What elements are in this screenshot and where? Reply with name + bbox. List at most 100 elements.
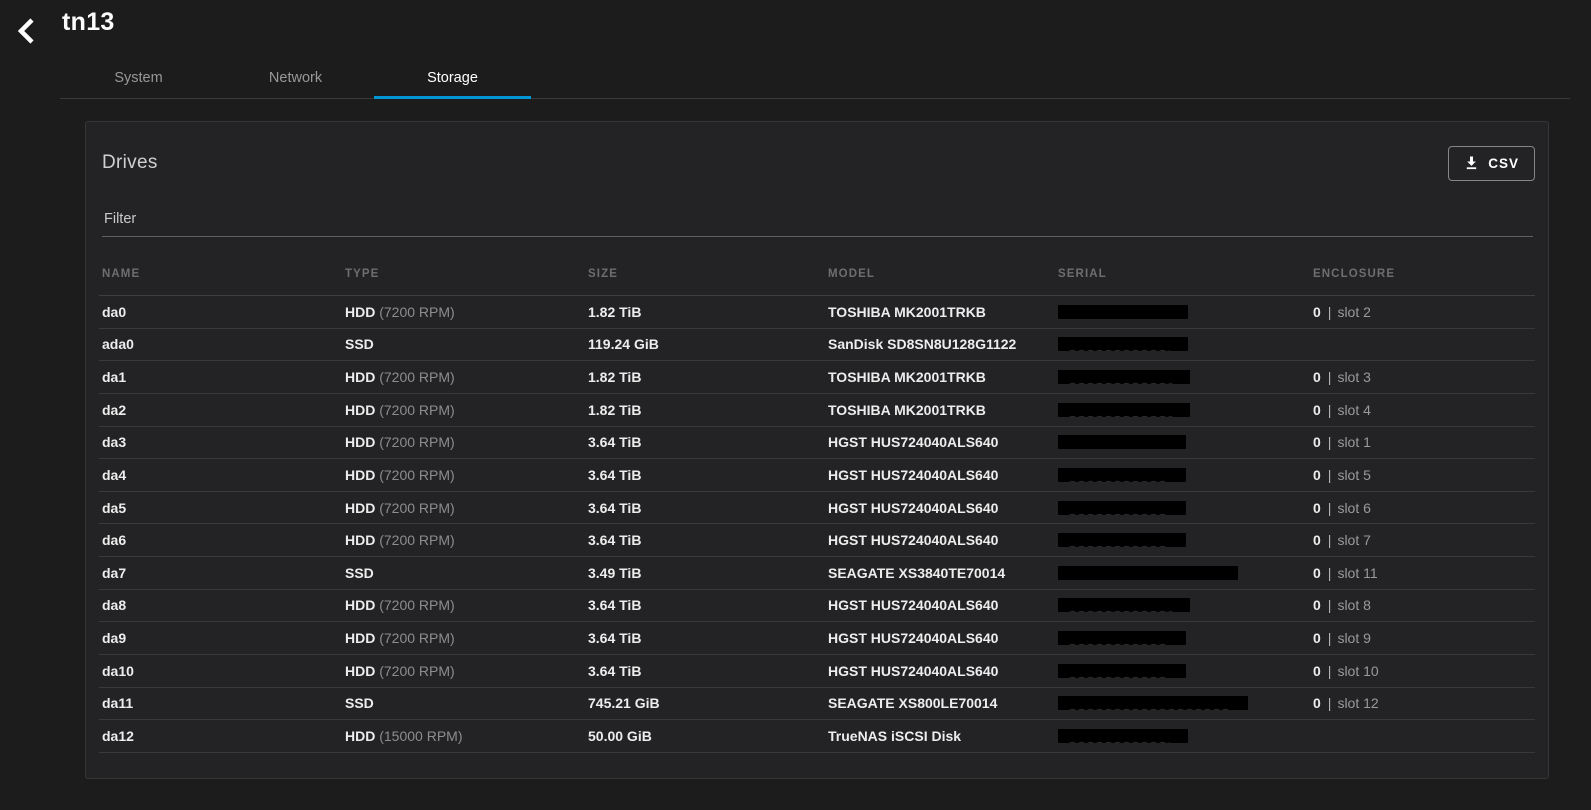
redacted-serial-bar bbox=[1058, 728, 1188, 743]
column-header-enclosure: ENCLOSURE bbox=[1313, 268, 1396, 280]
redacted-serial-bar bbox=[1058, 370, 1190, 385]
enclosure-separator: | bbox=[1327, 466, 1332, 483]
back-button[interactable] bbox=[6, 12, 46, 52]
cell-size: 3.64 TiB bbox=[588, 662, 642, 679]
cell-serial bbox=[1055, 370, 1310, 385]
cell-type: HDD (7200 RPM) bbox=[342, 500, 585, 516]
enclosure-number: 0 bbox=[1313, 401, 1321, 418]
enclosure-separator: | bbox=[1327, 499, 1332, 516]
enclosure-slot: slot 11 bbox=[1337, 564, 1378, 581]
type-value: SSD bbox=[345, 695, 374, 712]
enclosure-number: 0 bbox=[1313, 695, 1321, 712]
enclosure-separator: | bbox=[1327, 401, 1332, 418]
cell-model: HGST HUS724040ALS640 bbox=[828, 662, 999, 679]
cell-serial bbox=[1055, 696, 1310, 711]
cell-name: da5 bbox=[102, 499, 127, 516]
type-detail: (7200 RPM) bbox=[375, 369, 455, 386]
enclosure-separator: | bbox=[1327, 369, 1332, 386]
enclosure-slot: slot 1 bbox=[1337, 434, 1371, 451]
cell-size: 3.64 TiB bbox=[588, 597, 642, 614]
enclosure-number: 0 bbox=[1313, 597, 1321, 614]
csv-export-button[interactable]: CSV bbox=[1448, 145, 1535, 181]
enclosure-slot: slot 2 bbox=[1337, 303, 1371, 320]
cell-type: HDD (7200 RPM) bbox=[342, 663, 585, 679]
enclosure-slot: slot 7 bbox=[1337, 532, 1371, 549]
cell-serial bbox=[1055, 304, 1310, 319]
table-row-da9: da9 HDD (7200 RPM) 3.64 TiB HGST HUS724040A… bbox=[99, 622, 1535, 655]
table-body: da0 HDD (7200 RPM) 1.82 TiB TOSHIBA MK2001T… bbox=[99, 296, 1535, 753]
page-header: tn13 bbox=[0, 0, 1591, 58]
cell-model: TOSHIBA MK2001TRKB bbox=[828, 401, 986, 418]
cell-size: 745.21 GiB bbox=[588, 695, 660, 712]
cell-name: da1 bbox=[102, 369, 127, 386]
cell-size: 50.00 GiB bbox=[588, 727, 652, 744]
enclosure-separator: | bbox=[1327, 695, 1332, 712]
cell-name: da12 bbox=[102, 727, 134, 744]
enclosure-number: 0 bbox=[1313, 532, 1321, 549]
type-detail: (7200 RPM) bbox=[375, 597, 455, 614]
cell-model: HGST HUS724040ALS640 bbox=[828, 597, 999, 614]
cell-enclosure: 0 | slot 5 bbox=[1310, 467, 1535, 483]
type-value: HDD bbox=[345, 630, 376, 647]
redacted-serial-bar bbox=[1058, 467, 1186, 482]
cell-size: 1.82 TiB bbox=[588, 303, 642, 320]
table-row-da2: da2 HDD (7200 RPM) 1.82 TiB TOSHIBA MK2001T… bbox=[99, 394, 1535, 427]
enclosure-slot: slot 12 bbox=[1337, 695, 1379, 712]
enclosure-slot: slot 10 bbox=[1337, 662, 1379, 679]
cell-enclosure: 0 | slot 7 bbox=[1310, 532, 1535, 548]
enclosure-slot: slot 4 bbox=[1337, 401, 1371, 418]
cell-name: ada0 bbox=[102, 336, 134, 353]
cell-name: da8 bbox=[102, 597, 127, 614]
cell-model: TOSHIBA MK2001TRKB bbox=[828, 369, 986, 386]
redacted-serial-bar bbox=[1058, 631, 1186, 646]
redacted-serial-bar bbox=[1058, 402, 1190, 417]
enclosure-number: 0 bbox=[1313, 466, 1321, 483]
redacted-serial-bar bbox=[1058, 500, 1186, 515]
cell-size: 3.64 TiB bbox=[588, 630, 642, 647]
cell-model: HGST HUS724040ALS640 bbox=[828, 499, 999, 516]
filter-input[interactable] bbox=[102, 210, 1533, 228]
page-title: tn13 bbox=[62, 8, 115, 36]
cell-model: TrueNAS iSCSI Disk bbox=[828, 727, 962, 744]
cell-serial bbox=[1055, 598, 1310, 613]
cell-enclosure: 0 | slot 9 bbox=[1310, 630, 1535, 646]
cell-name: da3 bbox=[102, 434, 127, 451]
cell-name: da0 bbox=[102, 303, 127, 320]
cell-model: SEAGATE XS3840TE70014 bbox=[828, 564, 1006, 581]
tab-system[interactable]: System bbox=[60, 58, 217, 98]
cell-type: HDD (15000 RPM) bbox=[342, 728, 585, 744]
table-row-da12: da12 HDD (15000 RPM) 50.00 GiB TrueNAS iSCS… bbox=[99, 720, 1535, 753]
cell-serial bbox=[1055, 402, 1310, 417]
filter-field bbox=[102, 210, 1533, 237]
type-value: HDD bbox=[345, 401, 376, 418]
cell-model: SEAGATE XS800LE70014 bbox=[828, 695, 998, 712]
enclosure-slot: slot 9 bbox=[1337, 630, 1371, 647]
cell-type: SSD bbox=[342, 565, 585, 581]
cell-serial bbox=[1055, 565, 1310, 580]
cell-model: HGST HUS724040ALS640 bbox=[828, 466, 999, 483]
type-value: HDD bbox=[345, 303, 376, 320]
cell-enclosure: 0 | slot 12 bbox=[1310, 695, 1535, 711]
type-detail: (7200 RPM) bbox=[375, 401, 455, 418]
cell-size: 3.64 TiB bbox=[588, 434, 642, 451]
type-detail: (7200 RPM) bbox=[375, 434, 455, 451]
chevron-left-icon bbox=[14, 15, 38, 50]
type-value: HDD bbox=[345, 499, 376, 516]
cell-size: 1.82 TiB bbox=[588, 369, 642, 386]
cell-type: HDD (7200 RPM) bbox=[342, 304, 585, 320]
cell-enclosure: 0 | slot 6 bbox=[1310, 500, 1535, 516]
tab-network[interactable]: Network bbox=[217, 58, 374, 98]
cell-type: HDD (7200 RPM) bbox=[342, 467, 585, 483]
cell-enclosure: 0 | slot 3 bbox=[1310, 369, 1535, 385]
tab-storage[interactable]: Storage bbox=[374, 58, 531, 99]
type-detail: (7200 RPM) bbox=[375, 532, 455, 549]
enclosure-slot: slot 6 bbox=[1337, 499, 1371, 516]
cell-name: da2 bbox=[102, 401, 127, 418]
cell-name: da7 bbox=[102, 564, 127, 581]
column-header-serial: SERIAL bbox=[1058, 268, 1107, 280]
type-value: HDD bbox=[345, 727, 376, 744]
cell-name: da11 bbox=[102, 695, 134, 712]
cell-model: HGST HUS724040ALS640 bbox=[828, 434, 999, 451]
cell-model: SanDisk SD8SN8U128G1122 bbox=[828, 336, 1017, 353]
table-row-da10: da10 HDD (7200 RPM) 3.64 TiB HGST HUS724040… bbox=[99, 655, 1535, 688]
